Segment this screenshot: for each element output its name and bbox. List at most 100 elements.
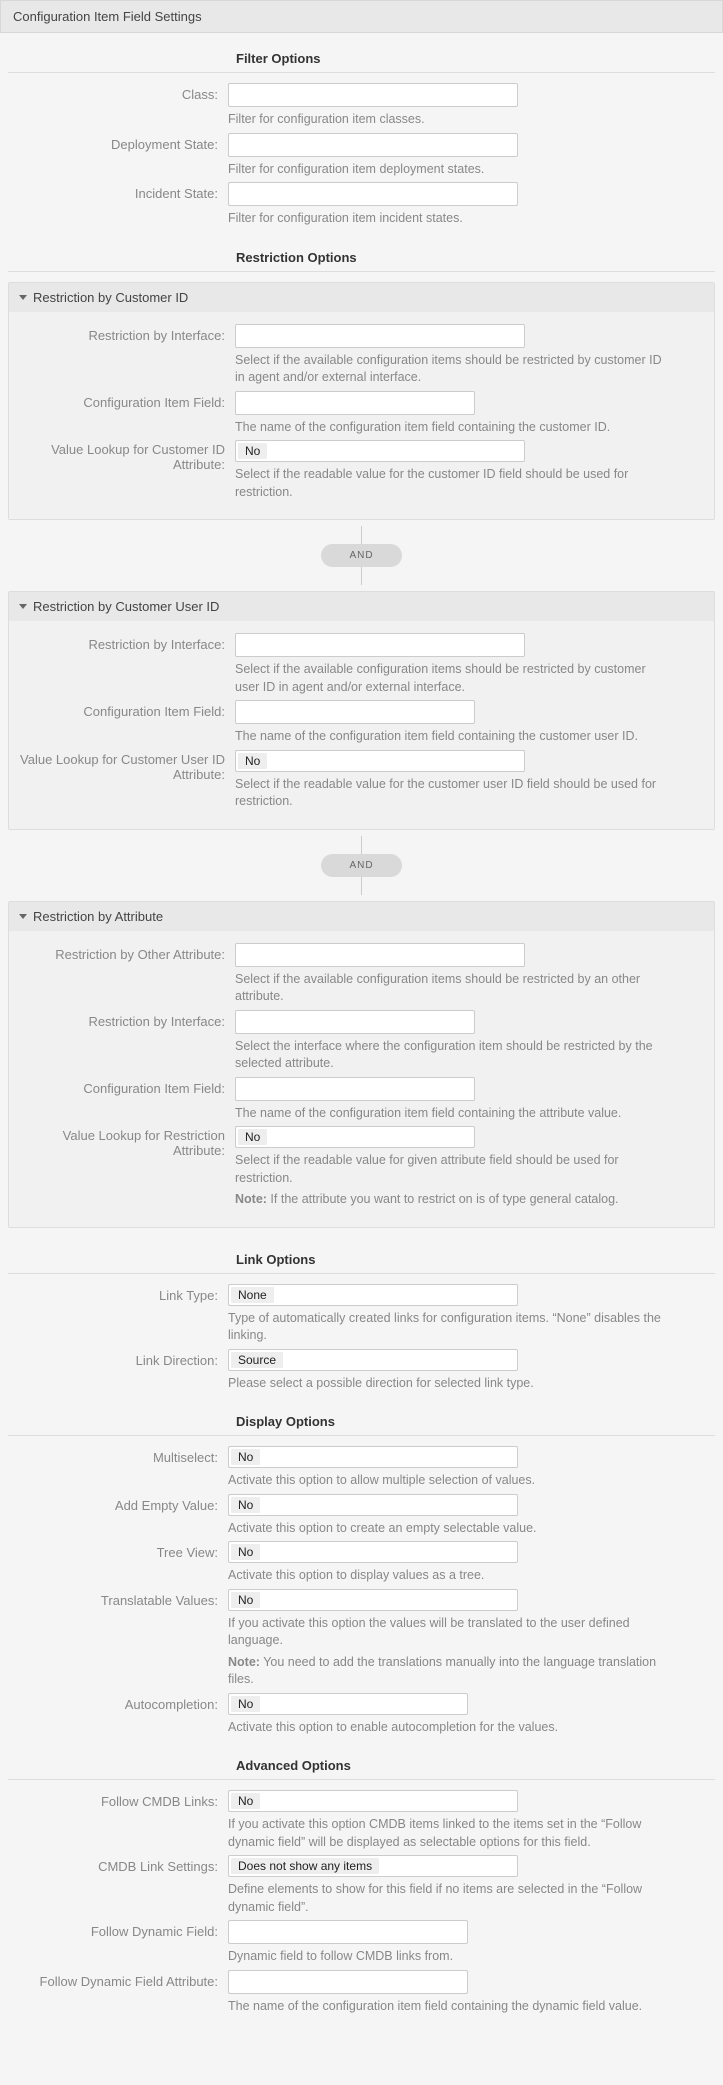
note-lookup-attr: Note: If the attribute you want to restr… <box>235 1191 696 1209</box>
label-tree-view: Tree View: <box>8 1541 228 1560</box>
note-translatable: Note: You need to add the translations m… <box>228 1654 703 1689</box>
label-incident-state: Incident State: <box>8 182 228 201</box>
hint-follow-dynamic-attr: The name of the configuration item field… <box>228 1998 703 2016</box>
select-link-type-value: None <box>231 1287 274 1303</box>
hint-ci-field-cuid: The name of the configuration item field… <box>235 728 696 746</box>
hint-multiselect: Activate this option to allow multiple s… <box>228 1472 703 1490</box>
widget-restriction-attribute: Restriction by Attribute Restriction by … <box>8 901 715 1228</box>
label-restriction-interface-cuid: Restriction by Interface: <box>15 633 235 652</box>
hint-ci-field-attr: The name of the configuration item field… <box>235 1105 696 1123</box>
select-multiselect[interactable]: No <box>228 1446 518 1468</box>
input-restriction-interface-cuid[interactable] <box>235 633 525 657</box>
and-pill: AND <box>321 854 401 877</box>
select-tree-view[interactable]: No <box>228 1541 518 1563</box>
select-cmdb-link-settings[interactable]: Does not show any items <box>228 1855 518 1877</box>
hint-restriction-interface-cid: Select if the available configuration it… <box>235 352 696 387</box>
select-autocompletion[interactable]: No <box>228 1693 468 1715</box>
input-follow-dynamic-attr[interactable] <box>228 1970 468 1994</box>
content-area: Filter Options Class: Filter for configu… <box>0 33 723 2039</box>
hint-follow-cmdb: If you activate this option CMDB items l… <box>228 1816 703 1851</box>
select-translatable-value: No <box>231 1592 260 1608</box>
widget-header-customer-user-id[interactable]: Restriction by Customer User ID <box>9 592 714 621</box>
input-class[interactable] <box>228 83 518 107</box>
chevron-down-icon <box>19 295 27 300</box>
select-add-empty-value: No <box>231 1497 260 1513</box>
hint-link-type: Type of automatically created links for … <box>228 1310 703 1345</box>
widget-header-attribute[interactable]: Restriction by Attribute <box>9 902 714 931</box>
select-follow-cmdb-value: No <box>231 1793 260 1809</box>
select-translatable[interactable]: No <box>228 1589 518 1611</box>
select-cmdb-link-settings-value: Does not show any items <box>231 1858 379 1874</box>
select-lookup-cid-value: No <box>238 443 267 459</box>
label-restriction-other: Restriction by Other Attribute: <box>15 943 235 962</box>
select-lookup-cuid[interactable]: No <box>235 750 525 772</box>
hint-restriction-other: Select if the available configuration it… <box>235 971 696 1006</box>
label-lookup-cid-2: Attribute: <box>15 457 225 472</box>
input-deployment-state[interactable] <box>228 133 518 157</box>
label-restriction-interface-cid: Restriction by Interface: <box>15 324 235 343</box>
label-lookup-cuid-2: Attribute: <box>15 767 225 782</box>
input-ci-field-cid[interactable] <box>235 391 475 415</box>
label-follow-dynamic-field: Follow Dynamic Field: <box>8 1920 228 1939</box>
and-pill: AND <box>321 544 401 567</box>
hint-deployment-state: Filter for configuration item deployment… <box>228 161 703 179</box>
select-follow-cmdb[interactable]: No <box>228 1790 518 1812</box>
label-restriction-interface-attr: Restriction by Interface: <box>15 1010 235 1029</box>
hint-restriction-interface-cuid: Select if the available configuration it… <box>235 661 696 696</box>
label-ci-field-cuid: Configuration Item Field: <box>15 700 235 719</box>
connector-and-1: AND <box>8 526 715 585</box>
input-restriction-interface-attr[interactable] <box>235 1010 475 1034</box>
select-lookup-attr[interactable]: No <box>235 1126 475 1148</box>
label-ci-field-attr: Configuration Item Field: <box>15 1077 235 1096</box>
connector-and-2: AND <box>8 836 715 895</box>
select-link-direction[interactable]: Source <box>228 1349 518 1371</box>
hint-incident-state: Filter for configuration item incident s… <box>228 210 703 228</box>
input-incident-state[interactable] <box>228 182 518 206</box>
label-translatable: Translatable Values: <box>8 1589 228 1608</box>
label-follow-dynamic-attr: Follow Dynamic Field Attribute: <box>8 1970 228 1989</box>
label-ci-field-cid: Configuration Item Field: <box>15 391 235 410</box>
label-link-type: Link Type: <box>8 1284 228 1303</box>
input-ci-field-cuid[interactable] <box>235 700 475 724</box>
chevron-down-icon <box>19 914 27 919</box>
widget-restriction-customer-id: Restriction by Customer ID Restriction b… <box>8 282 715 521</box>
hint-lookup-cuid: Select if the readable value for the cus… <box>235 776 696 811</box>
widget-title-attribute: Restriction by Attribute <box>33 909 163 924</box>
input-restriction-interface-cid[interactable] <box>235 324 525 348</box>
section-filter-options: Filter Options <box>236 33 715 73</box>
widget-header-customer-id[interactable]: Restriction by Customer ID <box>9 283 714 312</box>
label-link-direction: Link Direction: <box>8 1349 228 1368</box>
label-follow-cmdb: Follow CMDB Links: <box>8 1790 228 1809</box>
input-follow-dynamic-field[interactable] <box>228 1920 468 1944</box>
widget-title-customer-user-id: Restriction by Customer User ID <box>33 599 219 614</box>
select-lookup-cuid-value: No <box>238 753 267 769</box>
hint-tree-view: Activate this option to display values a… <box>228 1567 703 1585</box>
input-ci-field-attr[interactable] <box>235 1077 475 1101</box>
section-advanced-options: Advanced Options <box>236 1740 715 1780</box>
input-restriction-other[interactable] <box>235 943 525 967</box>
hint-class: Filter for configuration item classes. <box>228 111 703 129</box>
label-lookup-cuid-1: Value Lookup for Customer User ID <box>15 752 225 767</box>
section-link-options: Link Options <box>236 1234 715 1274</box>
select-lookup-attr-value: No <box>238 1129 267 1145</box>
label-lookup-attr-1: Value Lookup for Restriction <box>15 1128 225 1143</box>
section-display-options: Display Options <box>236 1396 715 1436</box>
chevron-down-icon <box>19 604 27 609</box>
select-lookup-cid[interactable]: No <box>235 440 525 462</box>
label-class: Class: <box>8 83 228 102</box>
hint-lookup-cid: Select if the readable value for the cus… <box>235 466 696 501</box>
hint-autocompletion: Activate this option to enable autocompl… <box>228 1719 703 1737</box>
select-add-empty[interactable]: No <box>228 1494 518 1516</box>
hint-translatable: If you activate this option the values w… <box>228 1615 703 1650</box>
select-multiselect-value: No <box>231 1449 260 1465</box>
widget-restriction-customer-user-id: Restriction by Customer User ID Restrict… <box>8 591 715 830</box>
label-deployment-state: Deployment State: <box>8 133 228 152</box>
hint-restriction-interface-attr: Select the interface where the configura… <box>235 1038 696 1073</box>
label-lookup-cid-1: Value Lookup for Customer ID <box>15 442 225 457</box>
panel-title: Configuration Item Field Settings <box>0 0 723 33</box>
label-multiselect: Multiselect: <box>8 1446 228 1465</box>
label-cmdb-link-settings: CMDB Link Settings: <box>8 1855 228 1874</box>
select-link-type[interactable]: None <box>228 1284 518 1306</box>
hint-lookup-attr: Select if the readable value for given a… <box>235 1152 696 1187</box>
select-link-direction-value: Source <box>231 1352 283 1368</box>
